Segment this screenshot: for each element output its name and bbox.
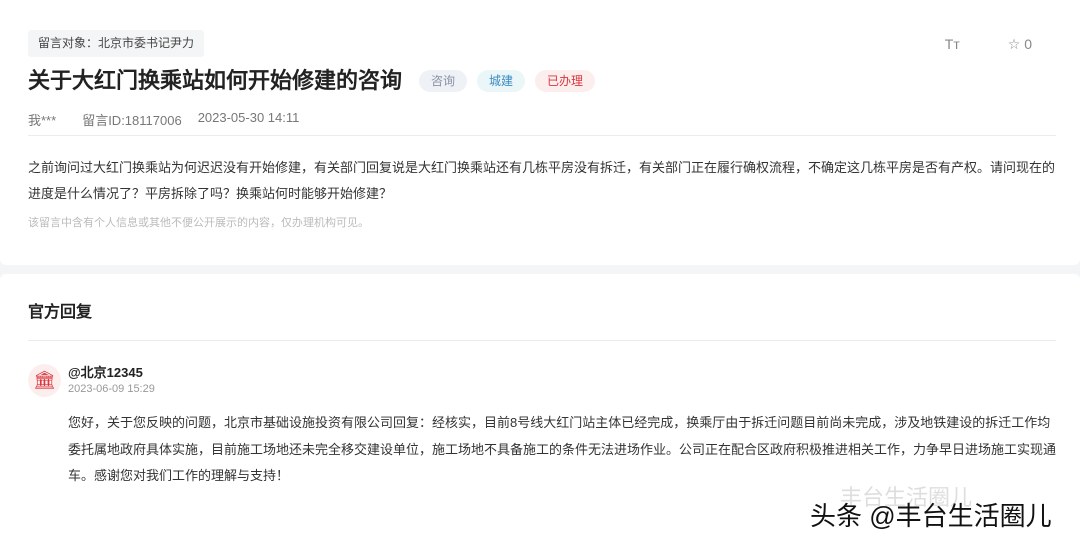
tag-domain: 城建 xyxy=(477,70,526,92)
tag-category: 咨询 xyxy=(419,70,468,92)
reply-text: 您好，关于您反映的问题，北京市基础设施投资有限公司回复：经核实，目前8号线大红门… xyxy=(68,415,1057,483)
favorite-button[interactable]: ☆ 0 xyxy=(1008,36,1032,53)
divider xyxy=(28,340,1056,341)
star-icon: ☆ xyxy=(1007,36,1021,52)
message-datetime: 2023-05-30 14:11 xyxy=(197,110,300,125)
favorite-count: 0 xyxy=(1024,36,1032,52)
message-target: 留言对象：北京市委书记尹力 xyxy=(28,30,205,57)
divider xyxy=(28,135,1056,136)
page-title: 关于大红门换乘站如何开始修建的咨询 xyxy=(28,68,403,93)
reply-datetime: 2023-06-09 15:29 xyxy=(68,383,155,395)
message-body: 之前询问过大红门换乘站为何迟迟没有开始修建，有关部门回复说是大红门换乘站还有几栋… xyxy=(28,160,1056,201)
government-building-icon: 🏛 xyxy=(28,364,61,397)
section-title: 官方回复 xyxy=(28,304,93,321)
status-badge: 已办理 xyxy=(535,70,596,92)
author: 我*** xyxy=(28,113,57,128)
watermark-main: 头条 @丰台生活圈儿 xyxy=(810,501,1052,531)
reply-author: @北京12345 xyxy=(68,365,143,380)
message-card: 留言对象：北京市委书记尹力 关于大红门换乘站如何开始修建的咨询 咨询 城建 已办… xyxy=(0,0,1080,265)
font-size-toggle[interactable]: Tт xyxy=(945,36,960,53)
message-id: 留言ID:18117006 xyxy=(82,113,182,128)
privacy-note: 该留言中含有个人信息或其他不便公开展示的内容，仅办理机构可见。 xyxy=(28,217,369,229)
